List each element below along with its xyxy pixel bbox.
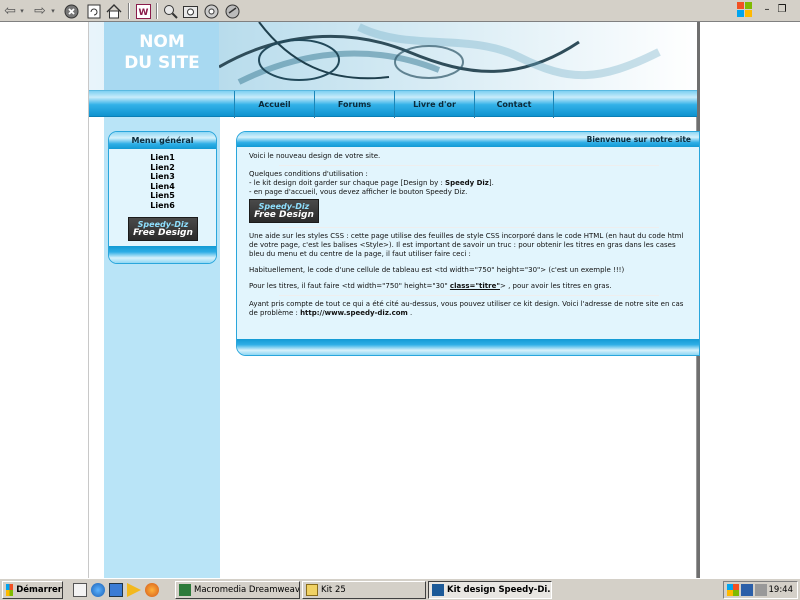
folder-icon: [306, 584, 318, 596]
menu-link-6[interactable]: Lien6: [150, 201, 175, 211]
banner-graphic: [219, 22, 697, 90]
tray-icons: [727, 584, 767, 596]
condition-1-suffix: ].: [488, 179, 494, 187]
divider: [279, 165, 659, 166]
quicklaunch-edit-icon[interactable]: [73, 583, 87, 597]
history-icon[interactable]: [182, 2, 199, 20]
volume-icon[interactable]: [755, 584, 767, 596]
condition-1-bold: Speedy Diz: [445, 179, 489, 187]
toolbar-separator: [128, 3, 130, 19]
content-footer: [237, 339, 699, 355]
browser-toolbar: ⇦ ▾ ⇨ ▾ W – ❐: [0, 0, 800, 22]
task-dreamweaver[interactable]: Macromedia Dreamweaver...: [175, 581, 300, 599]
media-icon[interactable]: W: [135, 2, 152, 20]
content-title: Bienvenue sur notre site: [237, 132, 699, 147]
web-page: NOM DU SITE Accueil Forums Livre d'or Co…: [0, 22, 800, 578]
task-label: Kit 25: [321, 585, 346, 595]
search-icon[interactable]: [162, 2, 179, 20]
quicklaunch-firefox-icon[interactable]: [145, 583, 159, 597]
menu-link-5[interactable]: Lien5: [150, 191, 175, 201]
menu-footer: [109, 246, 216, 263]
windows-logo-icon: [6, 584, 14, 596]
badge-content-line2: Free Design: [254, 210, 314, 220]
taskbar: Démarrer Macromedia Dreamweaver... Kit 2…: [0, 578, 800, 600]
task-label: Macromedia Dreamweaver...: [194, 585, 300, 595]
titles-prefix: Pour les titres, il faut faire <td width…: [249, 282, 450, 290]
navigation-bar: Accueil Forums Livre d'or Contact: [89, 90, 697, 118]
site-name: NOM DU SITE: [104, 32, 220, 74]
dreamweaver-icon: [179, 584, 191, 596]
quicklaunch-ie-icon[interactable]: [91, 583, 105, 597]
toolbar-separator: [156, 3, 158, 19]
titles-suffix: > , pour avoir les titres en gras.: [499, 282, 612, 290]
divider: [279, 295, 659, 296]
task-label: Kit design Speedy-Di...: [447, 585, 552, 595]
quicklaunch-media-icon[interactable]: [127, 583, 141, 597]
menu-link-4[interactable]: Lien4: [150, 182, 175, 192]
refresh-icon[interactable]: [85, 2, 102, 20]
start-button[interactable]: Démarrer: [2, 581, 63, 599]
badge-line2: Free Design: [133, 228, 193, 238]
condition-1: - le kit design doit garder sur chaque p…: [249, 179, 689, 188]
menu-link-3[interactable]: Lien3: [150, 172, 175, 182]
forward-arrow-icon[interactable]: ⇨: [33, 2, 47, 20]
intro-text: Voici le nouveau design de votre site.: [249, 152, 381, 160]
closing-end: .: [407, 309, 413, 317]
conditions-title: Quelques conditions d'utilisation :: [249, 170, 368, 178]
nav-contact[interactable]: Contact: [474, 91, 554, 118]
back-dropdown-icon[interactable]: ▾: [18, 2, 26, 20]
windows-logo-icon: [737, 2, 753, 18]
content-box: Bienvenue sur notre site Voici le nouvea…: [236, 131, 700, 356]
menu-links: Lien1 Lien2 Lien3 Lien4 Lien5 Lien6: [109, 153, 216, 210]
content-body: Voici le nouveau design de votre site. Q…: [237, 147, 699, 318]
divider: [279, 227, 659, 228]
nav-accueil[interactable]: Accueil: [234, 91, 314, 118]
forward-dropdown-icon[interactable]: ▾: [49, 2, 57, 20]
mail-icon[interactable]: [224, 2, 241, 20]
site-name-line2: DU SITE: [124, 53, 200, 73]
system-tray: 19:44: [723, 581, 798, 599]
nav-livre-dor[interactable]: Livre d'or: [394, 91, 474, 118]
svg-text:W: W: [139, 8, 149, 18]
minimize-button[interactable]: –: [760, 2, 774, 16]
browser-icon: [432, 584, 444, 596]
task-kit-25[interactable]: Kit 25: [302, 581, 426, 599]
home-icon[interactable]: [105, 2, 123, 20]
condition-1-prefix: - le kit design doit garder sur chaque p…: [249, 179, 446, 187]
network-icon[interactable]: [741, 584, 753, 596]
header-banner: NOM DU SITE: [89, 22, 697, 90]
speedy-diz-badge[interactable]: Speedy-Diz Free Design: [128, 217, 198, 241]
menu-link-2[interactable]: Lien2: [150, 163, 175, 173]
stop-icon[interactable]: [63, 2, 80, 20]
closing-text: Ayant pris compte de tout ce qui a été c…: [249, 300, 689, 318]
quicklaunch-desktop-icon[interactable]: [109, 583, 123, 597]
nav-forums[interactable]: Forums: [314, 91, 394, 118]
site-name-line1: NOM: [139, 32, 185, 52]
speedy-diz-badge-content[interactable]: Speedy-Diz Free Design: [249, 199, 319, 223]
site-url-link[interactable]: http://www.speedy-diz.com: [300, 309, 408, 317]
print-icon[interactable]: [203, 2, 220, 20]
table-code-text: Habituellement, le code d'une cellule de…: [249, 266, 625, 274]
start-label: Démarrer: [16, 585, 62, 595]
windows-tray-icon[interactable]: [727, 584, 739, 596]
menu-link-1[interactable]: Lien1: [150, 153, 175, 163]
condition-2: - en page d'accueil, vous devez afficher…: [249, 188, 468, 196]
titles-code: class="titre": [449, 282, 500, 290]
task-kit-design[interactable]: Kit design Speedy-Di...: [428, 581, 552, 599]
css-help-text: Une aide sur les styles CSS : cette page…: [249, 232, 684, 258]
clock: 19:44: [768, 585, 794, 595]
menu-title: Menu général: [109, 132, 216, 149]
restore-button[interactable]: ❐: [775, 2, 789, 16]
back-arrow-icon[interactable]: ⇦: [3, 2, 17, 20]
titles-text: Pour les titres, il faut faire <td width…: [249, 282, 689, 291]
main-menu-box: Menu général Lien1 Lien2 Lien3 Lien4 Lie…: [108, 131, 217, 264]
